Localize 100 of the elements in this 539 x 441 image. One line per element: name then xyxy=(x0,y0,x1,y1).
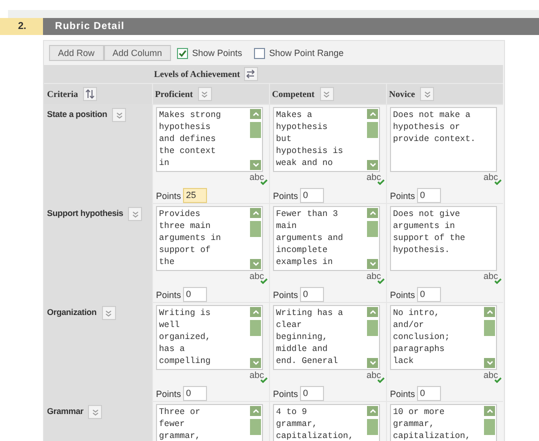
scroll-up-icon[interactable] xyxy=(367,307,378,317)
scroll-thumb[interactable] xyxy=(250,221,261,237)
scroll-thumb[interactable] xyxy=(367,221,378,237)
chevron-down-icon[interactable] xyxy=(198,87,212,101)
criterion-label: Grammar xyxy=(47,405,84,417)
description-text: 4 to 9 grammar, capitalization, xyxy=(275,406,354,441)
swap-icon[interactable] xyxy=(244,67,258,81)
scrollbar[interactable] xyxy=(484,307,495,368)
checkbox[interactable] xyxy=(177,48,188,58)
description-text: Writing is well organized, has a compelling xyxy=(158,307,212,368)
description-text: Fewer than 3 main arguments and incomplete examples in xyxy=(275,208,344,269)
spellcheck-button[interactable]: abc xyxy=(366,370,385,382)
description-field[interactable]: No intro, and/or conclusion; paragraphs lack xyxy=(390,305,497,370)
description-field[interactable]: Writing has a clear beginning, middle and end. General xyxy=(273,305,380,370)
toolbar-button[interactable]: Add Column xyxy=(104,45,172,61)
points-label: Points xyxy=(390,190,416,200)
column-heading: Proficient xyxy=(155,89,193,99)
scroll-thumb[interactable] xyxy=(367,320,378,336)
points-label: Points xyxy=(273,290,298,300)
spellcheck-button[interactable]: abc xyxy=(249,370,268,382)
points-input[interactable]: 0 xyxy=(417,386,442,401)
chevron-down-icon[interactable] xyxy=(320,87,334,101)
spellcheck-button[interactable]: abc xyxy=(483,370,502,382)
scroll-down-icon[interactable] xyxy=(367,358,378,368)
points-input[interactable]: 0 xyxy=(300,287,324,302)
scroll-down-icon[interactable] xyxy=(250,259,261,269)
description-field[interactable]: Makes a hypothesis but hypothesis is weak and no xyxy=(273,107,380,172)
spellcheck-button[interactable]: abc xyxy=(483,172,502,184)
description-field[interactable]: Makes strong hypothesis and defines the context in xyxy=(156,107,263,172)
description-field[interactable]: Does not give arguments in support of the hypothesis. xyxy=(390,206,497,271)
scroll-up-icon[interactable] xyxy=(367,406,378,416)
description-field[interactable]: Three or fewer grammar, xyxy=(156,404,263,441)
scroll-up-icon[interactable] xyxy=(250,406,261,416)
scroll-down-icon[interactable] xyxy=(250,160,261,170)
chevron-down-icon[interactable] xyxy=(112,108,126,122)
scroll-up-icon[interactable] xyxy=(484,307,495,317)
description-text: Provides three main arguments in support of the xyxy=(158,208,222,269)
criterion-label: Support hypothesis xyxy=(47,207,124,219)
checkbox-label: Show Point Range xyxy=(269,48,344,58)
description-field[interactable]: Writing is well organized, has a compelling xyxy=(156,305,263,370)
points-input[interactable]: 0 xyxy=(417,287,442,302)
scrollbar[interactable] xyxy=(250,208,261,269)
points-input[interactable]: 25 xyxy=(183,188,208,203)
scroll-up-icon[interactable] xyxy=(250,208,261,218)
points-input[interactable]: 0 xyxy=(300,386,324,401)
scroll-up-icon[interactable] xyxy=(250,109,261,119)
toolbar-button[interactable]: Add Row xyxy=(49,45,104,61)
criteria-heading: Criteria xyxy=(47,89,78,99)
scroll-down-icon[interactable] xyxy=(484,358,495,368)
description-field[interactable]: Does not make a hypothesis or provide context. xyxy=(390,107,497,172)
scroll-up-icon[interactable] xyxy=(367,109,378,119)
scroll-thumb[interactable] xyxy=(367,419,378,435)
description-field[interactable]: Fewer than 3 main arguments and incomplete examples in xyxy=(273,206,380,271)
scroll-thumb[interactable] xyxy=(250,122,261,138)
scroll-up-icon[interactable] xyxy=(367,208,378,218)
description-text: Writing has a clear beginning, middle and end. General xyxy=(275,307,344,368)
points-label: Points xyxy=(156,388,182,398)
scroll-down-icon[interactable] xyxy=(367,259,378,269)
scroll-up-icon[interactable] xyxy=(484,406,495,416)
description-text: Three or fewer grammar, xyxy=(158,406,202,441)
check-icon xyxy=(260,278,268,284)
checkbox[interactable] xyxy=(254,48,266,58)
scroll-thumb[interactable] xyxy=(250,320,261,336)
chevron-down-icon[interactable] xyxy=(420,87,434,101)
check-icon xyxy=(377,377,385,383)
points-input[interactable]: 0 xyxy=(183,386,208,401)
scrollbar[interactable] xyxy=(367,307,378,368)
spellcheck-button[interactable]: abc xyxy=(249,172,268,184)
scrollbar[interactable] xyxy=(367,208,378,269)
chevron-down-icon[interactable] xyxy=(102,306,116,320)
spellcheck-button[interactable]: abc xyxy=(483,271,502,283)
points-label: Points xyxy=(156,290,182,300)
points-input[interactable]: 0 xyxy=(183,287,208,302)
scrollbar[interactable] xyxy=(367,109,378,170)
scroll-thumb[interactable] xyxy=(484,419,495,435)
description-text: 10 or more grammar, capitalization, xyxy=(392,406,472,441)
points-input[interactable]: 0 xyxy=(300,188,324,203)
scrollbar[interactable] xyxy=(250,109,261,170)
step-number: 2. xyxy=(0,18,43,35)
scroll-thumb[interactable] xyxy=(367,122,378,138)
chevron-down-icon[interactable] xyxy=(128,207,142,221)
levels-heading: Levels of Achievement xyxy=(154,69,240,79)
scrollbar[interactable] xyxy=(250,307,261,368)
spellcheck-button[interactable]: abc xyxy=(366,172,385,184)
chevron-down-icon[interactable] xyxy=(88,405,102,419)
spellcheck-button[interactable]: abc xyxy=(366,271,385,283)
description-field[interactable]: 4 to 9 grammar, capitalization, xyxy=(273,404,380,441)
scroll-up-icon[interactable] xyxy=(250,307,261,317)
scroll-thumb[interactable] xyxy=(484,320,495,336)
description-field[interactable]: 10 or more grammar, capitalization, xyxy=(390,404,497,441)
description-field[interactable]: Provides three main arguments in support of the xyxy=(156,206,263,271)
column-heading: Competent xyxy=(272,89,314,99)
points-label: Points xyxy=(390,388,416,398)
points-input[interactable]: 0 xyxy=(417,188,442,203)
sort-icon[interactable] xyxy=(82,87,97,101)
scroll-down-icon[interactable] xyxy=(250,358,261,368)
scroll-down-icon[interactable] xyxy=(367,160,378,170)
scroll-thumb[interactable] xyxy=(250,419,261,435)
check-icon xyxy=(260,179,268,185)
spellcheck-button[interactable]: abc xyxy=(249,271,268,283)
